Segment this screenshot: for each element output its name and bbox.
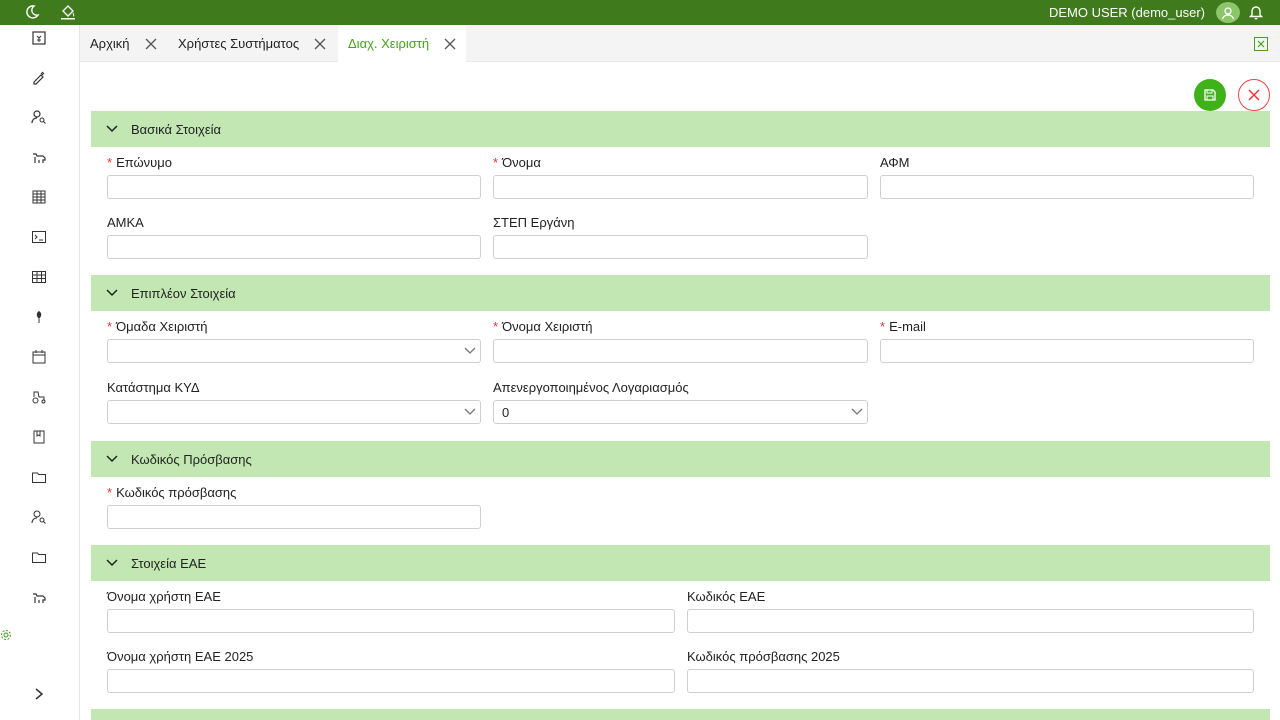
close-all-tabs-icon[interactable]: [1254, 37, 1268, 51]
operator-name-label: * Όνομα Χειριστή: [493, 319, 593, 334]
section-next-partial: [91, 709, 1270, 720]
chevron-down-icon[interactable]: [104, 285, 120, 301]
section-extra-info[interactable]: Επιπλέον Στοιχεία: [91, 275, 1270, 311]
operator-name-field[interactable]: [493, 339, 868, 363]
calculator-icon[interactable]: [29, 28, 49, 48]
user-search-icon[interactable]: [29, 107, 49, 127]
afm-label: ΑΦΜ: [880, 155, 910, 170]
close-button[interactable]: [1238, 79, 1270, 111]
building-icon[interactable]: [29, 187, 49, 207]
chevron-down-icon[interactable]: [104, 555, 120, 571]
eae-user-2025-field[interactable]: [107, 669, 675, 693]
amka-label: ΑΜΚΑ: [107, 215, 144, 230]
eae-pass-2025-label: Κωδικός πρόσβασης 2025: [687, 649, 840, 664]
eae-user-2025-label: Όνομα χρήστη ΕΑΕ 2025: [107, 649, 254, 664]
syringe-icon[interactable]: [29, 67, 49, 87]
disabled-account-label: Απενεργοποιημένος Λογαριασμός: [493, 380, 689, 395]
avatar-icon[interactable]: [1216, 2, 1240, 23]
store-select[interactable]: [107, 400, 481, 424]
tab-bar: Αρχική Χρήστες Συστήματος Διαχ. Χειριστή: [80, 25, 1280, 62]
tab-home[interactable]: Αρχική: [80, 25, 168, 62]
bell-icon[interactable]: [1247, 3, 1265, 21]
section-title: Επιπλέον Στοιχεία: [131, 285, 236, 301]
cow-icon-2[interactable]: [29, 587, 49, 607]
chevron-down-icon: [850, 405, 864, 419]
sidebar: [0, 25, 80, 720]
top-bar: DEMO USER (demo_user): [0, 0, 1280, 25]
paint-bucket-icon[interactable]: [59, 3, 77, 21]
tab-label: Αρχική: [90, 36, 130, 51]
calendar-icon[interactable]: [29, 347, 49, 367]
afm-field[interactable]: [880, 175, 1254, 199]
password-field[interactable]: [107, 505, 481, 529]
surname-field[interactable]: [107, 175, 481, 199]
leaf-icon[interactable]: [29, 307, 49, 327]
eae-pass-2025-field[interactable]: [687, 669, 1254, 693]
table-icon[interactable]: [29, 267, 49, 287]
step-field[interactable]: [493, 235, 868, 259]
operator-group-select[interactable]: [107, 339, 481, 363]
eae-user-label: Όνομα χρήστη ΕΑΕ: [107, 589, 221, 604]
chevron-down-icon[interactable]: [104, 451, 120, 467]
password-label: * Κωδικός πρόσβασης: [107, 485, 237, 500]
section-eae[interactable]: Στοιχεία ΕΑΕ: [91, 545, 1270, 581]
tractor-icon[interactable]: [29, 387, 49, 407]
tab-label: Διαχ. Χειριστή: [348, 36, 430, 51]
close-icon[interactable]: [443, 37, 457, 51]
save-button[interactable]: [1194, 79, 1226, 111]
cow-icon[interactable]: [29, 147, 49, 167]
section-title: Κωδικός Πρόσβασης: [131, 451, 252, 467]
chevron-down-icon: [463, 344, 477, 358]
gear-icon[interactable]: [0, 628, 12, 642]
section-basic-info[interactable]: Βασικά Στοιχεία: [91, 111, 1270, 147]
tab-label: Χρήστες Συστήματος: [178, 36, 300, 51]
email-field[interactable]: [880, 339, 1254, 363]
user-label[interactable]: DEMO USER (demo_user): [1049, 5, 1205, 20]
moon-icon[interactable]: [23, 3, 41, 21]
chevron-right-icon[interactable]: [29, 684, 49, 704]
section-title: Στοιχεία ΕΑΕ: [131, 555, 207, 571]
tab-system-users[interactable]: Χρήστες Συστήματος: [168, 25, 338, 62]
users-search-icon[interactable]: [29, 507, 49, 527]
amka-field[interactable]: [107, 235, 481, 259]
form-area: Βασικά Στοιχεία * Επώνυμο * Όνομα ΑΦΜ ΑΜΚΑ…: [80, 62, 1280, 720]
eae-user-field[interactable]: [107, 609, 675, 633]
store-label: Κατάστημα ΚΥΔ: [107, 380, 200, 395]
name-field[interactable]: [493, 175, 868, 199]
terminal-icon[interactable]: [29, 227, 49, 247]
name-label: * Όνομα: [493, 155, 541, 170]
close-icon[interactable]: [144, 37, 158, 51]
folder-open-icon[interactable]: [29, 547, 49, 567]
eae-code-label: Κωδικός ΕΑΕ: [687, 589, 766, 604]
disabled-account-select[interactable]: 0: [493, 400, 868, 424]
section-password[interactable]: Κωδικός Πρόσβασης: [91, 441, 1270, 477]
folder-icon[interactable]: [29, 467, 49, 487]
surname-label: * Επώνυμο: [107, 155, 172, 170]
section-title: Βασικά Στοιχεία: [131, 121, 222, 137]
chevron-down-icon: [463, 405, 477, 419]
tab-operator-management[interactable]: Διαχ. Χειριστή: [338, 25, 466, 62]
close-icon[interactable]: [313, 37, 327, 51]
eae-code-field[interactable]: [687, 609, 1254, 633]
email-label: * E-mail: [880, 319, 926, 334]
step-label: ΣΤΕΠ Εργάνη: [493, 215, 575, 230]
operator-group-label: * Όμαδα Χειριστή: [107, 319, 208, 334]
select-value: 0: [502, 405, 510, 420]
chevron-down-icon[interactable]: [104, 121, 120, 137]
book-icon[interactable]: [29, 427, 49, 447]
